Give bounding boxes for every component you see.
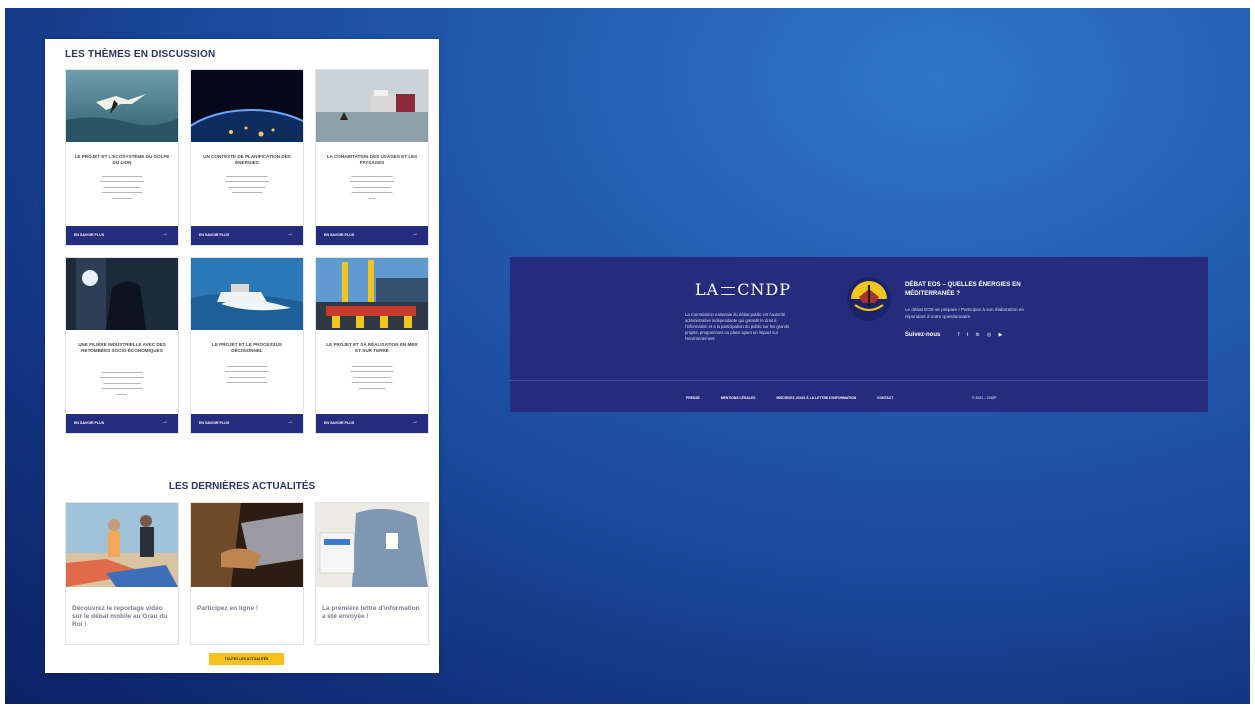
beach-debate-image	[66, 503, 178, 587]
eos-debate-text: Le débat EOS se prépare ! Participez à s…	[905, 307, 1025, 319]
read-more-button[interactable]: EN SAVOIR PLUS →	[66, 414, 178, 433]
read-more-button[interactable]: EN SAVOIR PLUS →	[66, 226, 178, 245]
read-more-button[interactable]: EN SAVOIR PLUS →	[316, 226, 428, 245]
theme-card[interactable]: LE PROJET ET L'ÉCOSYSTÈME DU GOLFE DU LI…	[65, 69, 179, 246]
theme-card-description: ▬▬▬▬▬▬▬▬▬▬▬▬ ▬▬▬▬▬▬▬▬▬▬▬▬▬ ▬▬▬▬▬▬▬▬▬▬▬ ▬▬▬▬…	[99, 174, 145, 200]
theme-card-description: ▬▬▬▬▬▬▬▬▬▬▬▬ ▬▬▬▬▬▬▬▬▬▬▬▬▬ ▬▬▬▬▬▬▬▬▬▬▬ ▬▬▬▬…	[224, 174, 270, 195]
footer-links: PRESSE MENTIONS LÉGALES INSCRIVEZ-VOUS À…	[686, 396, 913, 400]
website-page-mockup: LES THÈMES EN DISCUSSION LE PROJET ET L'…	[45, 39, 439, 673]
site-footer-mockup: LA CNDP La Commission nationale du débat …	[510, 257, 1208, 412]
read-more-button[interactable]: EN SAVOIR PLUS →	[191, 414, 303, 433]
theme-card-title: LE PROJET ET SA RÉALISATION EN MER ET SU…	[326, 342, 418, 353]
read-more-button[interactable]: EN SAVOIR PLUS →	[191, 226, 303, 245]
arrow-right-icon: →	[412, 419, 418, 425]
newsletter-reading-image	[316, 503, 428, 587]
arrow-right-icon: →	[162, 419, 168, 425]
news-headline[interactable]: La première lettre d'information a été e…	[322, 605, 422, 621]
theme-card-description: ▬▬▬▬▬▬▬▬▬▬▬▬ ▬▬▬▬▬▬▬▬▬▬▬▬▬ ▬▬▬▬▬▬▬▬▬▬▬ ▬▬▬▬…	[349, 364, 395, 390]
facebook-icon[interactable]: f	[958, 332, 959, 338]
news-headline[interactable]: Participez en ligne !	[197, 605, 297, 613]
theme-card[interactable]: LA COHABITATION DES USAGES ET LES PAYSAG…	[315, 69, 429, 246]
footer-link-legal[interactable]: MENTIONS LÉGALES	[721, 396, 756, 400]
cndp-description: La Commission nationale du débat public …	[685, 312, 790, 341]
arrow-right-icon: →	[287, 419, 293, 425]
gannet-sea-image	[66, 70, 178, 142]
all-news-button[interactable]: TOUTES LES ACTUALITÉS	[209, 653, 284, 665]
theme-card-description: ▬▬▬▬▬▬▬▬▬▬▬▬ ▬▬▬▬▬▬▬▬▬▬▬▬▬ ▬▬▬▬▬▬▬▬▬▬▬ ▬▬▬▬…	[349, 174, 395, 200]
ship-sea-image	[316, 70, 428, 142]
eos-debate-emblem-icon	[847, 277, 891, 321]
welder-image	[66, 258, 178, 330]
news-card[interactable]: Découvrez le reportage vidéo sur le déba…	[65, 502, 179, 645]
theme-card[interactable]: LE PROJET ET LE PROCESSUS DÉCISIONNEL ▬▬…	[190, 257, 304, 434]
footer-divider	[510, 380, 1208, 381]
copyright: © 2021 – CNDP	[972, 396, 997, 400]
earth-night-image	[191, 70, 303, 142]
arrow-right-icon: →	[162, 231, 168, 237]
arrow-right-icon: →	[287, 231, 293, 237]
footer-link-newsletter[interactable]: INSCRIVEZ-VOUS À LA LETTRE D'INFORMATION	[777, 396, 857, 400]
laptop-image	[191, 503, 303, 587]
news-card[interactable]: La première lettre d'information a été e…	[315, 502, 429, 645]
twitter-icon[interactable]: t	[967, 332, 968, 338]
presentation-background: LES THÈMES EN DISCUSSION LE PROJET ET L'…	[5, 8, 1250, 704]
footer-link-contact[interactable]: CONTACT	[877, 396, 893, 400]
news-section-title: LES DERNIÈRES ACTUALITÉS	[168, 481, 316, 492]
theme-card-title: LE PROJET ET L'ÉCOSYSTÈME DU GOLFE DU LI…	[74, 154, 170, 165]
theme-card[interactable]: UN CONTEXTE DE PLANIFICATION DES ÉNERGIE…	[190, 69, 304, 246]
news-headline[interactable]: Découvrez le reportage vidéo sur le déba…	[72, 605, 172, 629]
eos-debate-title: DÉBAT EOS – QUELLES ÉNERGIES EN MÉDITERR…	[905, 281, 1021, 297]
theme-card[interactable]: LE PROJET ET SA RÉALISATION EN MER ET SU…	[315, 257, 429, 434]
social-links: f t in ◎ ▶	[958, 332, 1008, 338]
linkedin-icon[interactable]: in	[976, 332, 980, 338]
read-more-button[interactable]: EN SAVOIR PLUS →	[316, 414, 428, 433]
instagram-icon[interactable]: ◎	[987, 332, 991, 338]
theme-card-description: ▬▬▬▬▬▬▬▬▬▬▬▬ ▬▬▬▬▬▬▬▬▬▬▬▬▬ ▬▬▬▬▬▬▬▬▬▬▬ ▬▬▬▬…	[99, 370, 145, 396]
themes-section-title: LES THÈMES EN DISCUSSION	[65, 49, 216, 60]
youtube-icon[interactable]: ▶	[999, 332, 1003, 338]
theme-card-title: LE PROJET ET LE PROCESSUS DÉCISIONNEL	[212, 342, 282, 353]
cndp-logo[interactable]: LA CNDP	[695, 280, 791, 299]
port-construction-image	[316, 258, 428, 330]
arrow-right-icon: →	[412, 231, 418, 237]
theme-card-description: ▬▬▬▬▬▬▬▬▬▬▬▬ ▬▬▬▬▬▬▬▬▬▬▬▬▬ ▬▬▬▬▬▬▬▬▬▬▬ ▬▬▬▬…	[224, 364, 270, 385]
news-card[interactable]: Participez en ligne !	[190, 502, 304, 645]
boat-image	[191, 258, 303, 330]
follow-us-label: Suivez-nous	[905, 332, 941, 338]
theme-card-title: UN CONTEXTE DE PLANIFICATION DES ÉNERGIE…	[203, 154, 291, 165]
theme-card-title: LA COHABITATION DES USAGES ET LES PAYSAG…	[326, 154, 418, 165]
footer-link-presse[interactable]: PRESSE	[686, 396, 700, 400]
theme-card[interactable]: UNE FILIÈRE INDUSTRIELLE AVEC DES RETOMB…	[65, 257, 179, 434]
theme-card-title: UNE FILIÈRE INDUSTRIELLE AVEC DES RETOMB…	[78, 342, 166, 353]
